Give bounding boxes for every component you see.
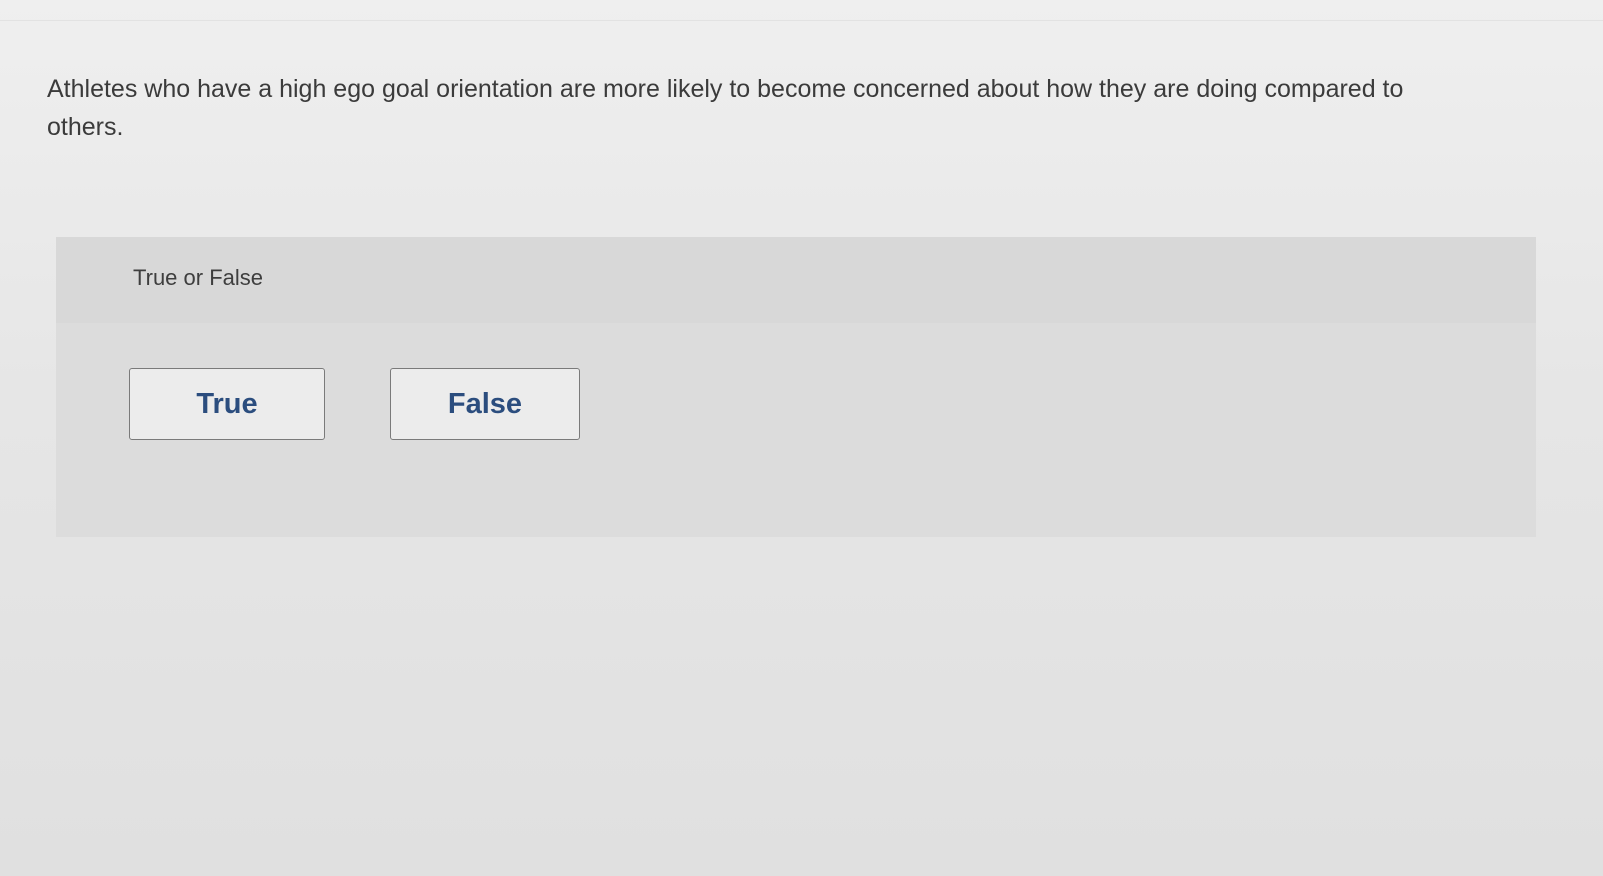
answer-panel-header: True or False	[56, 237, 1536, 323]
question-type-label: True or False	[133, 265, 264, 290]
true-button[interactable]: True	[129, 368, 325, 440]
answer-panel: True or False True False	[56, 237, 1536, 537]
question-text: Athletes who have a high ego goal orient…	[47, 75, 1404, 141]
top-divider	[0, 20, 1603, 21]
false-button[interactable]: False	[390, 368, 580, 440]
